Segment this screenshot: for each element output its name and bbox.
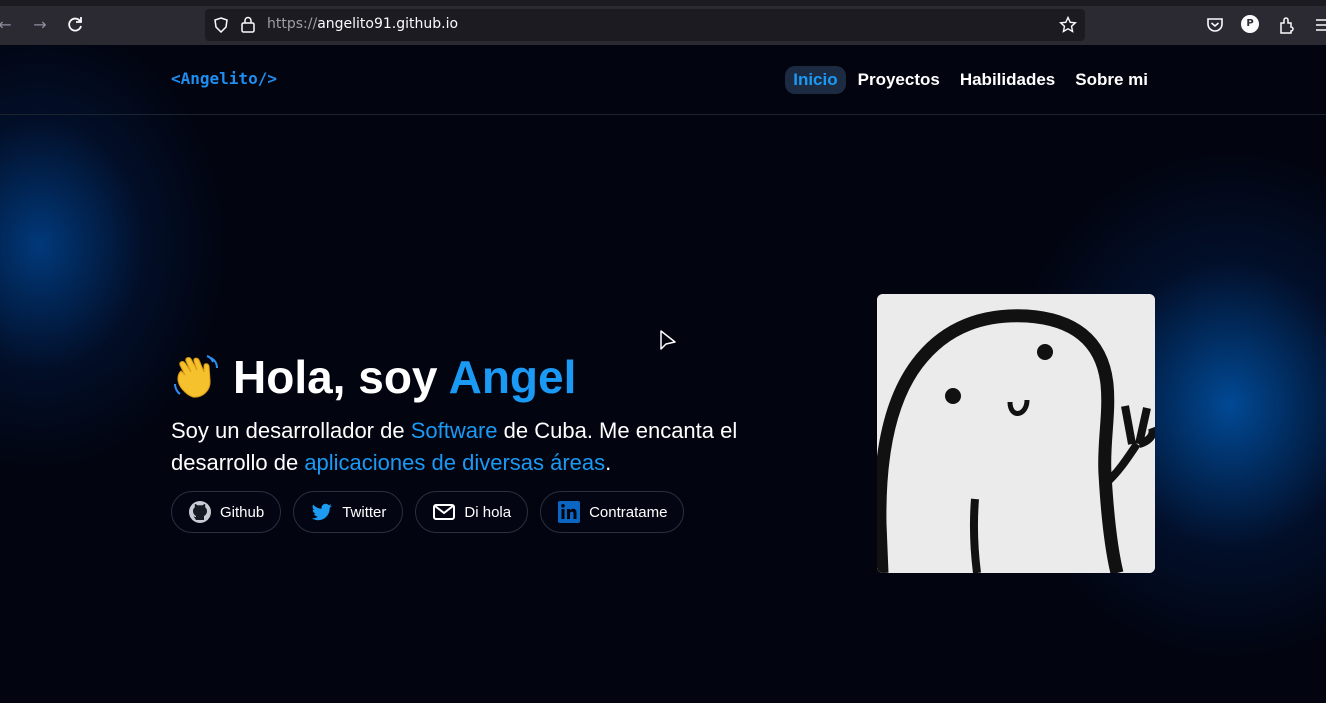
desc-text-3: . bbox=[605, 450, 612, 475]
hero-heading: Hola, soy Angel bbox=[171, 350, 576, 404]
contratame-label: Contratame bbox=[589, 503, 668, 521]
social-links: Github Twitter Di hola Contratame bbox=[171, 491, 685, 533]
twitter-icon bbox=[311, 503, 333, 521]
nav-item-sobre-mi[interactable]: Sobre mi bbox=[1067, 66, 1156, 94]
mouse-cursor-icon bbox=[660, 330, 676, 350]
page-content: <Angelito/> Inicio Proyectos Habilidades… bbox=[0, 45, 1326, 703]
forward-icon[interactable]: → bbox=[29, 14, 51, 36]
waving-hand-icon bbox=[174, 355, 218, 398]
desc-text-1: Soy un desarrollador de bbox=[171, 418, 411, 443]
site-logo[interactable]: <Angelito/> bbox=[171, 69, 277, 88]
url-bar[interactable]: https://angelito91.github.io bbox=[205, 9, 1085, 41]
url-text: https://angelito91.github.io bbox=[267, 16, 459, 32]
hero-title: Hola, soy Angel bbox=[233, 350, 576, 404]
twitter-label: Twitter bbox=[342, 503, 387, 521]
extensions-icon[interactable] bbox=[1277, 15, 1297, 35]
github-label: Github bbox=[220, 503, 265, 521]
site-header: <Angelito/> Inicio Proyectos Habilidades… bbox=[0, 45, 1326, 115]
reload-icon[interactable] bbox=[64, 14, 86, 36]
back-icon[interactable]: ← bbox=[0, 14, 16, 36]
shield-icon[interactable] bbox=[213, 17, 229, 33]
site-nav: Inicio Proyectos Habilidades Sobre mi bbox=[785, 66, 1156, 94]
desc-highlight-apps: aplicaciones de diversas áreas bbox=[304, 450, 606, 475]
mail-icon bbox=[433, 504, 456, 520]
menu-icon[interactable] bbox=[1313, 15, 1326, 35]
cartoon-character-image bbox=[877, 294, 1155, 573]
nav-item-habilidades[interactable]: Habilidades bbox=[952, 66, 1063, 94]
linkedin-icon bbox=[558, 501, 581, 523]
bookmark-star-icon[interactable] bbox=[1059, 16, 1077, 34]
hero-description: Soy un desarrollador de Software de Cuba… bbox=[171, 415, 811, 479]
lock-icon[interactable] bbox=[241, 16, 255, 33]
di-hola-label: Di hola bbox=[464, 503, 512, 521]
profile-picture bbox=[877, 294, 1155, 573]
browser-toolbar: ← → https://angelito91.github.io P bbox=[0, 0, 1326, 45]
twitter-button[interactable]: Twitter bbox=[293, 491, 404, 533]
di-hola-button[interactable]: Di hola bbox=[415, 491, 529, 533]
account-avatar[interactable]: P bbox=[1241, 15, 1259, 33]
github-button[interactable]: Github bbox=[171, 491, 282, 533]
nav-item-proyectos[interactable]: Proyectos bbox=[850, 66, 948, 94]
hero-name: Angel bbox=[448, 351, 577, 403]
nav-item-inicio[interactable]: Inicio bbox=[785, 66, 846, 94]
contratame-button[interactable]: Contratame bbox=[540, 491, 685, 533]
desc-highlight-software: Software bbox=[410, 418, 498, 443]
hero-title-prefix: Hola, soy bbox=[233, 351, 449, 403]
github-icon bbox=[189, 501, 211, 523]
pocket-icon[interactable] bbox=[1205, 15, 1225, 35]
